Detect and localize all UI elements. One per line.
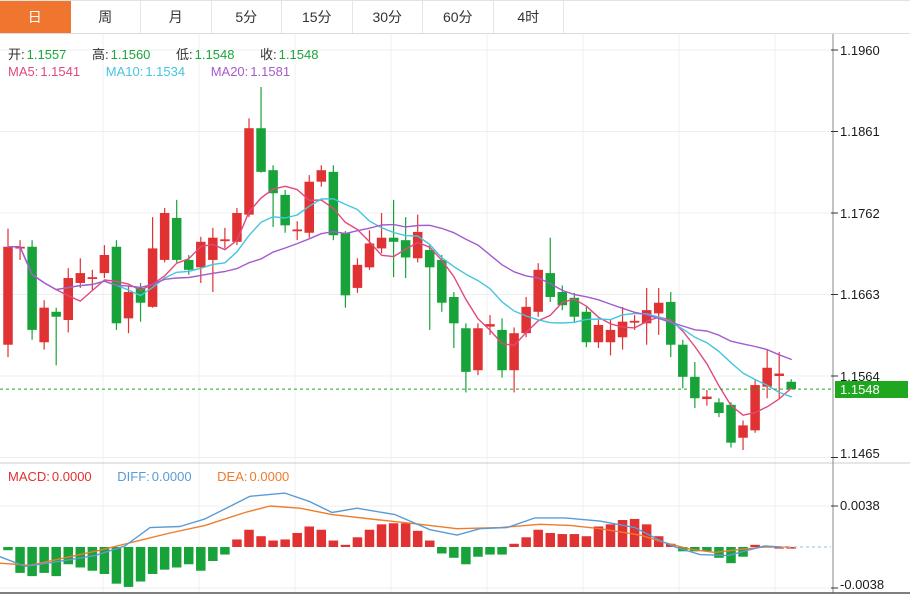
macd-value: 0.0000 (52, 469, 92, 484)
price-tick-6: 1.1465 (840, 446, 880, 461)
high-value: 1.1560 (111, 47, 151, 62)
close-value: 1.1548 (279, 47, 319, 62)
low-value: 1.1548 (195, 47, 235, 62)
ma20-value: 1.1581 (250, 64, 290, 79)
macd-tick-positive: 0.0038 (840, 498, 880, 513)
trading-chart-app: 日 周 月 5分 15分 30分 60分 4时 开:1.1557 高:1.156… (0, 0, 910, 600)
open-value: 1.1557 (27, 47, 67, 62)
price-tick-4: 1.1663 (840, 287, 880, 302)
price-tick-1: 1.1960 (840, 43, 880, 58)
macd-tick-negative: -0.0038 (840, 577, 884, 592)
ma10-value: 1.1534 (145, 64, 185, 79)
price-tick-3: 1.1762 (840, 206, 880, 221)
high-label: 高: (92, 47, 109, 62)
low-label: 低: (176, 47, 193, 62)
macd-label: MACD: (8, 469, 50, 484)
macd-info-row: MACD:0.0000 DIFF:0.0000 DEA:0.0000 (8, 469, 291, 484)
ohlc-info-row: 开:1.1557 高:1.1560 低:1.1548 收:1.1548 (8, 44, 320, 63)
ma5-label: MA5: (8, 64, 38, 79)
ma10-label: MA10: (106, 64, 144, 79)
price-tick-2: 1.1861 (840, 124, 880, 139)
dea-label: DEA: (217, 469, 247, 484)
close-label: 收: (260, 47, 277, 62)
dea-value: 0.0000 (250, 469, 290, 484)
ma20-label: MA20: (211, 64, 249, 79)
candlestick-macd-chart[interactable] (0, 0, 910, 600)
diff-value: 0.0000 (152, 469, 192, 484)
open-label: 开: (8, 47, 25, 62)
ma5-value: 1.1541 (40, 64, 80, 79)
diff-label: DIFF: (117, 469, 150, 484)
current-price-tag: 1.1548 (835, 381, 908, 398)
ma-info-row: MA5:1.1541 MA10:1.1534 MA20:1.1581 (8, 64, 292, 79)
